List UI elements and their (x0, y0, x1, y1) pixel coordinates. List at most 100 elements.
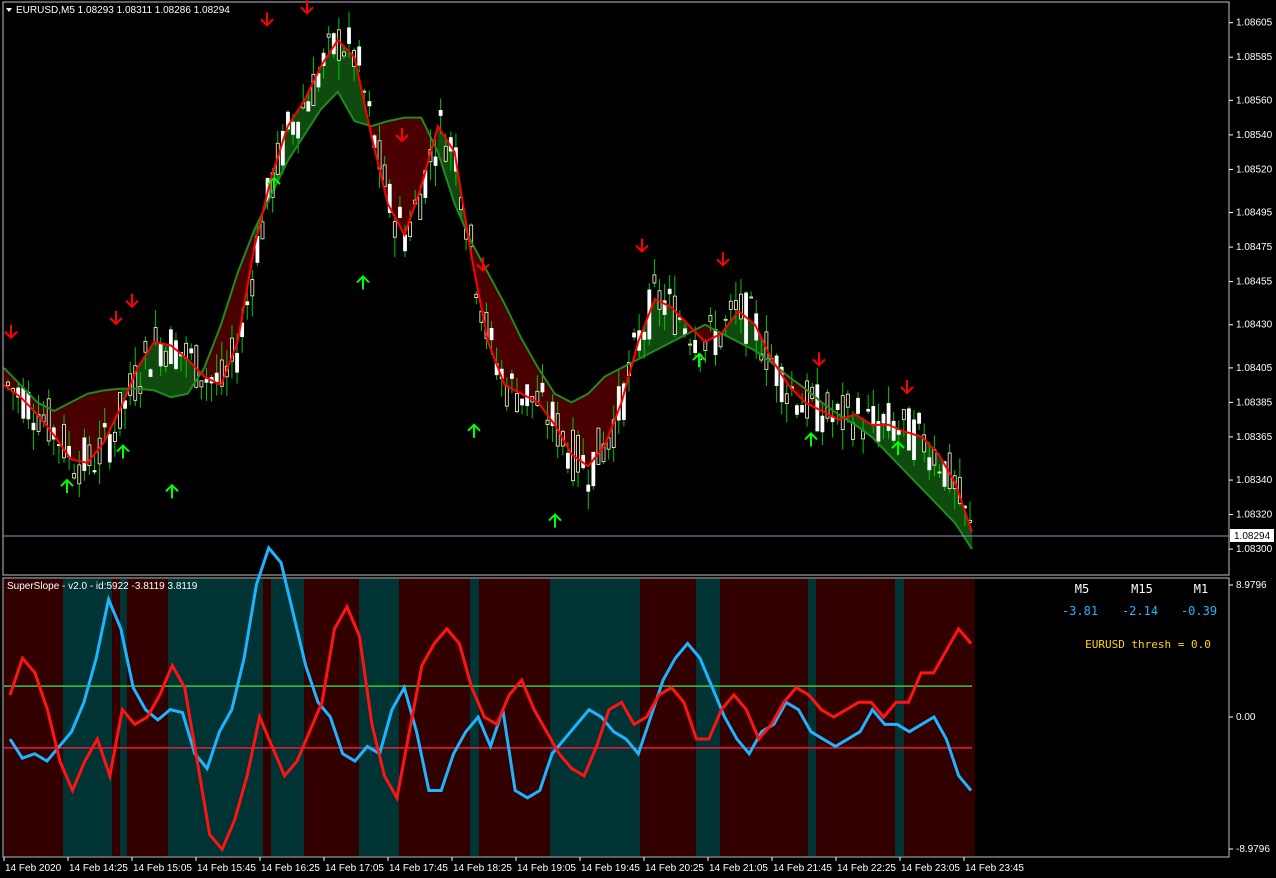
current-price-label: 1.08294 (1234, 531, 1271, 542)
candle-body (820, 415, 825, 433)
time-tick-label: 14 Feb 20:25 (645, 863, 704, 874)
candle-body (214, 372, 219, 383)
candle-body (901, 409, 906, 421)
price-tick-label: 1.08475 (1236, 242, 1273, 253)
indicator-title: SuperSlope - v2.0 - id:5922 -3.8119 3.81… (7, 581, 198, 592)
candle-body (433, 156, 438, 166)
price-tick-label: 1.08540 (1236, 130, 1273, 141)
candle-body (510, 373, 514, 379)
price-tick-label: 1.08520 (1236, 164, 1273, 175)
candle-body (881, 413, 886, 424)
table-value-m1: -0.39 (1181, 604, 1217, 618)
candle-body (672, 295, 677, 336)
table-header-m15: M15 (1131, 582, 1153, 596)
indicator-axis[interactable]: 8.9796 0.00 -8.9796 (1229, 580, 1270, 855)
candle-body (733, 300, 738, 311)
price-axis[interactable]: 1.08605 1.08585 1.08560 1.08540 1.08520 1.084… (1229, 18, 1273, 555)
bg-segment-teal (895, 579, 904, 856)
candle-body (342, 51, 346, 57)
time-tick-label: 14 Feb 19:05 (517, 863, 576, 874)
candle-body (515, 393, 519, 413)
bg-segment-red (720, 579, 808, 856)
candle-body (158, 342, 163, 367)
candle-body (235, 352, 239, 373)
candle-body (72, 473, 77, 479)
indicator-axis-top: 8.9796 (1236, 580, 1267, 591)
chart-canvas[interactable]: EURUSD,M5 1.08293 1.08311 1.08286 1.0829… (0, 0, 1276, 878)
candle-body (907, 408, 911, 451)
time-tick-label: 14 Feb 18:25 (453, 863, 512, 874)
candle-body (204, 378, 209, 383)
time-tick-label: 14 Feb 2020 (5, 863, 62, 874)
candle-body (82, 437, 87, 471)
price-tick-label: 1.08300 (1236, 544, 1273, 555)
candle-body (652, 274, 657, 284)
candle-body (708, 315, 713, 322)
price-tick-label: 1.08560 (1236, 95, 1273, 106)
candle-body (398, 206, 402, 218)
table-header-m5: M5 (1075, 582, 1089, 596)
price-tick-label: 1.08605 (1236, 18, 1273, 29)
candle-body (586, 484, 591, 492)
candle-body (46, 398, 51, 442)
time-tick-label: 14 Feb 21:05 (709, 863, 768, 874)
table-value-m5: -3.81 (1062, 604, 1098, 618)
price-tick-label: 1.08495 (1236, 208, 1273, 219)
candle-body (917, 412, 922, 424)
candle-body (896, 429, 901, 435)
candle-body (688, 343, 692, 346)
candle-body (97, 437, 102, 465)
candle-body (713, 329, 718, 356)
candle-body (871, 405, 876, 425)
main-chart-frame[interactable] (2, 1, 1230, 576)
candle-body (143, 340, 148, 353)
time-tick-label: 14 Feb 16:25 (261, 863, 320, 874)
time-tick-label: 14 Feb 14:25 (69, 863, 128, 874)
price-tick-label: 1.08340 (1236, 475, 1273, 486)
candle-body (174, 340, 178, 370)
candle-body (326, 33, 331, 38)
candle-body (347, 27, 351, 44)
time-tick-label: 14 Feb 15:45 (197, 863, 256, 874)
candle-body (504, 385, 509, 407)
bg-segment-red (263, 579, 271, 856)
candle-body (367, 101, 372, 107)
bg-segment-teal (168, 579, 263, 856)
price-tick-label: 1.08455 (1236, 277, 1273, 288)
candle-body (418, 193, 423, 220)
candle-body (632, 332, 636, 338)
time-tick-label: 14 Feb 23:45 (965, 863, 1024, 874)
indicator-axis-mid: 0.00 (1236, 712, 1256, 723)
bg-segment-red (904, 579, 975, 856)
time-tick-label: 14 Feb 17:45 (389, 863, 448, 874)
candle-body (800, 405, 804, 413)
candle-body (565, 452, 570, 469)
time-tick-label: 14 Feb 22:25 (837, 863, 896, 874)
candle-body (784, 393, 789, 404)
bg-segment-teal (271, 579, 304, 856)
candle-body (723, 318, 728, 321)
candle-body (866, 408, 871, 412)
bg-segment-teal (696, 579, 720, 856)
time-axis[interactable]: 14 Feb 2020 14 Feb 14:25 14 Feb 15:05 14 Fe… (3, 857, 1024, 874)
candle-body (835, 403, 840, 410)
candle-body (245, 301, 250, 306)
candle-body (616, 386, 621, 421)
price-tick-label: 1.08320 (1236, 510, 1273, 521)
time-tick-label: 14 Feb 19:45 (581, 863, 640, 874)
candle-body (163, 350, 168, 367)
symbol-header[interactable]: EURUSD,M5 1.08293 1.08311 1.08286 1.0829… (6, 5, 230, 16)
bg-segment-red (4, 579, 63, 856)
candle-body (102, 423, 107, 428)
candle-body (840, 395, 845, 430)
time-tick-label: 14 Feb 21:45 (773, 863, 832, 874)
candle-body (153, 327, 158, 344)
price-tick-label: 1.08585 (1236, 52, 1273, 63)
candle-body (362, 90, 367, 93)
candle-body (749, 296, 754, 299)
bg-segment-teal (808, 579, 816, 856)
candle-body (107, 434, 112, 463)
candle-body (845, 393, 850, 408)
candle-body (927, 457, 932, 471)
candle-body (31, 422, 36, 431)
